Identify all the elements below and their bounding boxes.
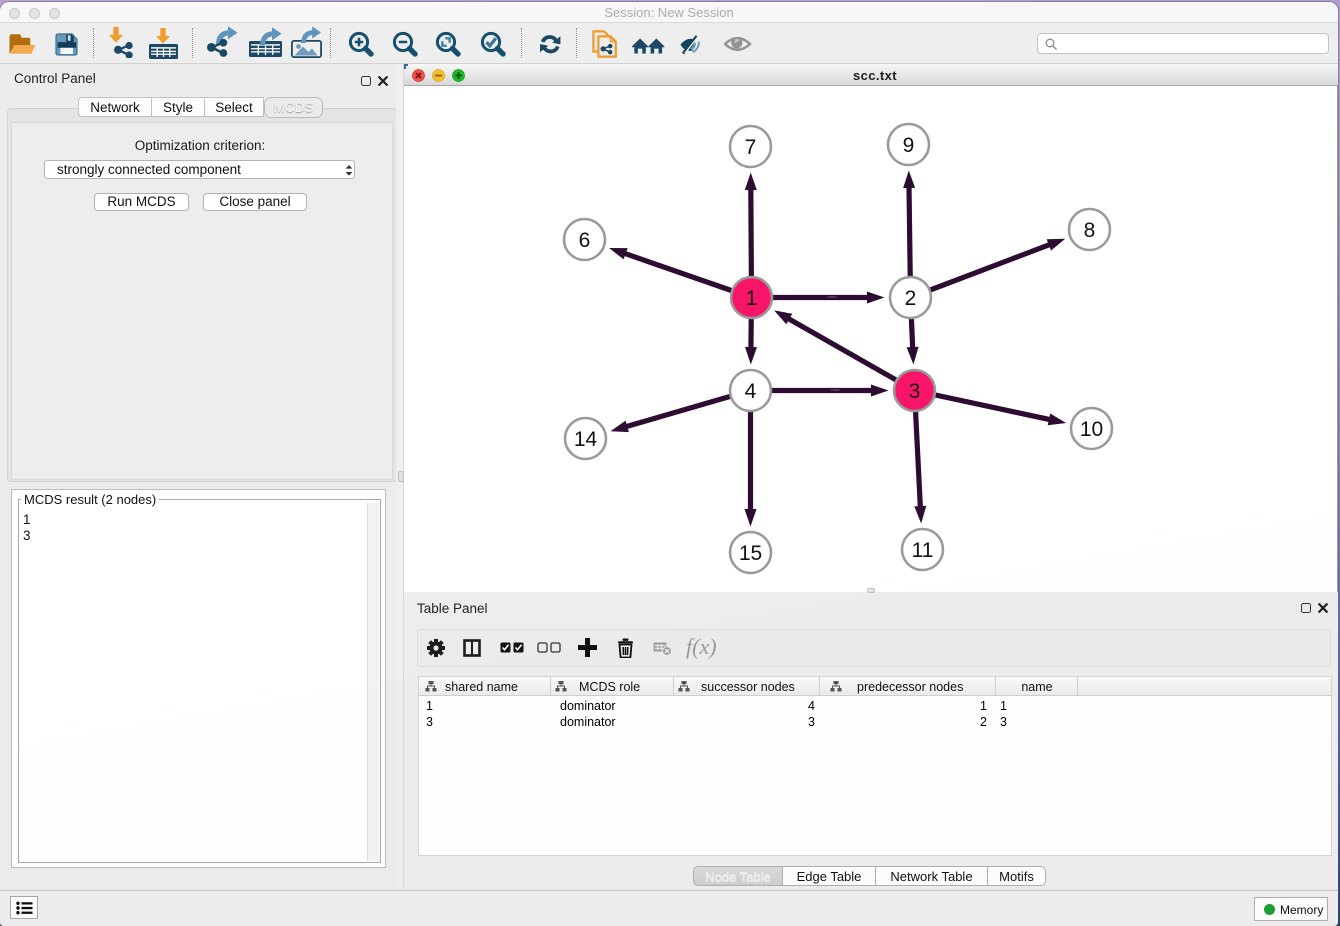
svg-text:3: 3 [909, 380, 921, 403]
svg-text:15: 15 [739, 542, 762, 565]
svg-text:11: 11 [912, 539, 934, 562]
svg-text:7: 7 [745, 136, 757, 159]
svg-text:2: 2 [905, 287, 917, 310]
svg-text:1: 1 [746, 287, 758, 310]
svg-text:10: 10 [1080, 418, 1103, 441]
svg-text:6: 6 [579, 229, 591, 252]
svg-text:14: 14 [574, 428, 598, 451]
svg-text:9: 9 [903, 134, 915, 157]
svg-text:8: 8 [1084, 219, 1096, 242]
svg-text:4: 4 [745, 380, 757, 403]
